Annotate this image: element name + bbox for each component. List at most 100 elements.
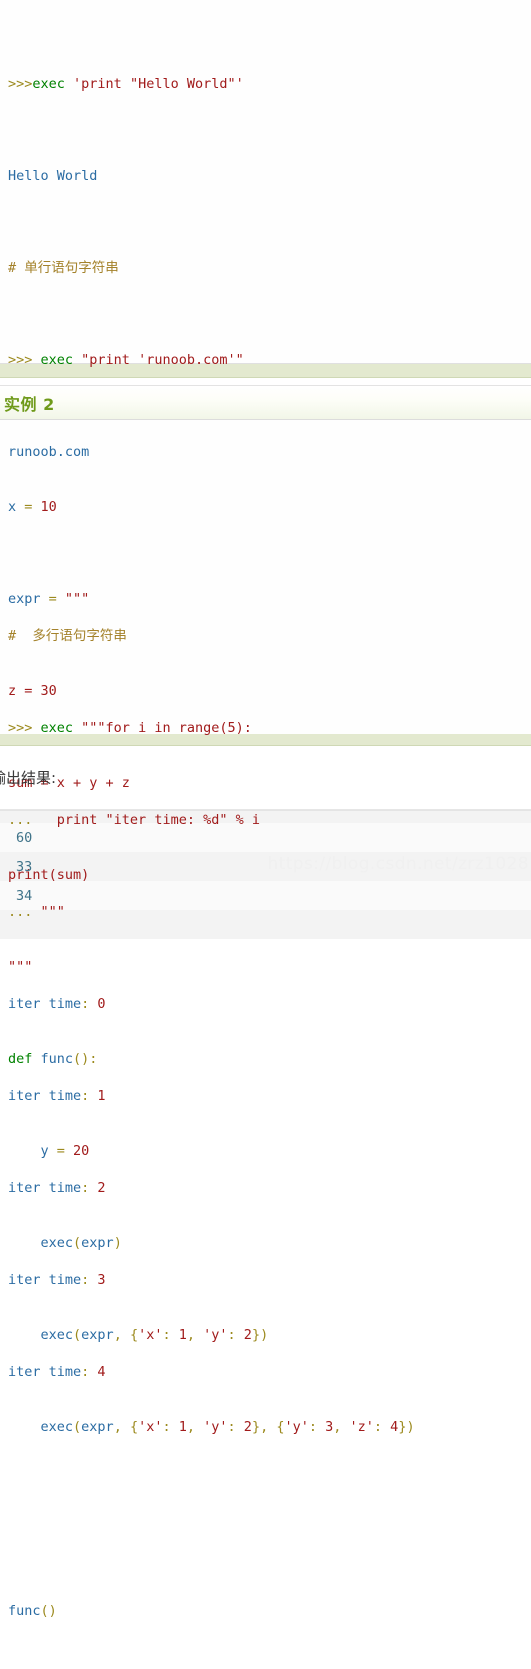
- prompt-token: ...: [8, 812, 57, 828]
- number-token: 4: [97, 1364, 106, 1380]
- indent-token: [8, 1143, 41, 1159]
- identifier-token: y: [40, 1143, 49, 1159]
- comment-token: # 单行语句字符串: [8, 260, 119, 276]
- number-token: 0: [97, 996, 106, 1012]
- punct-token: (: [73, 1327, 82, 1343]
- result-value: 60: [16, 829, 33, 846]
- identifier-token: expr: [8, 591, 41, 607]
- string-token: 'x': [138, 1327, 163, 1343]
- prompt-token: >>>: [8, 76, 33, 92]
- identifier-token: func: [8, 1603, 41, 1619]
- output-token: iter time: [8, 1272, 82, 1288]
- punct-token: :: [227, 1419, 244, 1435]
- code-line: def func():: [8, 1048, 531, 1071]
- punct-token: ): [113, 1235, 122, 1251]
- punct-token: :: [373, 1419, 391, 1435]
- number-token: 2: [97, 1180, 106, 1196]
- identifier-token: exec: [40, 1419, 74, 1435]
- prompt-token: ...: [8, 904, 41, 920]
- number-token: 2: [243, 1419, 252, 1435]
- identifier-token: func: [40, 1051, 74, 1067]
- string-token: 'z': [349, 1419, 374, 1435]
- number-token: 3: [97, 1272, 106, 1288]
- code-line: expr = """: [8, 588, 531, 611]
- operator-token: =: [48, 1143, 74, 1159]
- punct-token: :: [81, 1364, 98, 1380]
- code-line: iter time: 0: [8, 993, 531, 1016]
- string-token: print "iter time: %d" % i: [56, 812, 260, 828]
- prompt-token: >>>: [8, 720, 41, 736]
- prompt-token: >>>: [8, 352, 41, 368]
- identifier-token: x: [8, 499, 17, 515]
- table-row-partial: [0, 910, 531, 939]
- code-line: exec(expr, {'x': 1, 'y': 2}, {'y': 3, 'z…: [8, 1416, 531, 1439]
- punct-token: :: [162, 1419, 179, 1435]
- string-token: """: [40, 904, 65, 920]
- output-token: runoob.com: [8, 444, 90, 460]
- code-line: """: [8, 956, 531, 979]
- code-line: >>>exec 'print "Hello World"': [8, 73, 531, 96]
- punct-token: }): [251, 1327, 269, 1343]
- code-line: iter time: 3: [8, 1269, 531, 1292]
- string-token: "print 'runoob.com'": [81, 352, 244, 368]
- number-token: 3: [325, 1419, 334, 1435]
- example-1-code-block: >>>exec 'print "Hello World"' Hello Worl…: [0, 0, 531, 1380]
- operator-token: =: [40, 591, 65, 607]
- punct-token: ,: [186, 1419, 204, 1435]
- punct-token: , {: [113, 1327, 139, 1343]
- keyword-token: def: [8, 1051, 33, 1067]
- result-value: 34: [16, 887, 33, 904]
- code-line: # 单行语句字符串: [8, 257, 531, 280]
- keyword-token: exec: [32, 76, 65, 92]
- number-token: 1: [178, 1419, 187, 1435]
- identifier-token: exec: [40, 1327, 74, 1343]
- punct-token: :: [227, 1327, 244, 1343]
- number-token: 4: [390, 1419, 399, 1435]
- punct-token: }, {: [251, 1419, 285, 1435]
- example-2-title: 实例 2: [4, 394, 55, 414]
- number-token: 2: [243, 1327, 252, 1343]
- string-token: 'y': [203, 1419, 228, 1435]
- output-token: iter time: [8, 996, 82, 1012]
- punct-token: ():: [73, 1051, 98, 1067]
- indent-token: [8, 1327, 41, 1343]
- code-line: iter time: 2: [8, 1177, 531, 1200]
- keyword-token: exec: [40, 352, 74, 368]
- indent-token: [8, 1419, 41, 1435]
- identifier-token: exec: [40, 1235, 74, 1251]
- number-token: 1: [178, 1327, 187, 1343]
- identifier-token: expr: [81, 1235, 114, 1251]
- code-line: iter time: 4: [8, 1361, 531, 1384]
- punct-token: ,: [186, 1327, 204, 1343]
- output-token: Hello World: [8, 168, 98, 184]
- output-token: iter time: [8, 1180, 82, 1196]
- punct-token: }): [398, 1419, 415, 1435]
- number-token: 10: [40, 499, 57, 515]
- punct-token: (: [73, 1235, 82, 1251]
- punct-token: (: [73, 1419, 82, 1435]
- code-line: func(): [8, 1600, 531, 1623]
- punct-token: (): [40, 1603, 57, 1619]
- code-line: exec(expr, {'x': 1, 'y': 2}): [8, 1324, 531, 1347]
- string-token: z = 30: [8, 683, 57, 699]
- punct-token: :: [162, 1327, 179, 1343]
- result-value: 33: [16, 858, 33, 875]
- example-2-code-block: x = 10 expr = """ z = 30 sum = x + y + z…: [0, 420, 531, 1619]
- punct-token: :: [81, 1180, 98, 1196]
- punct-token: :: [308, 1419, 326, 1435]
- punct-token: :: [81, 1088, 98, 1104]
- indent-token: [8, 1235, 41, 1251]
- code-line: iter time: 1: [8, 1085, 531, 1108]
- example-2-header: 实例 2: [0, 386, 531, 420]
- output-token: iter time: [8, 1364, 82, 1380]
- string-token: """for i in range(5):: [81, 720, 252, 736]
- code-line: Hello World: [8, 165, 531, 188]
- string-token: 'y': [203, 1327, 228, 1343]
- keyword-token: exec: [40, 720, 74, 736]
- section-gap: [0, 378, 531, 386]
- punct-token: :: [81, 996, 98, 1012]
